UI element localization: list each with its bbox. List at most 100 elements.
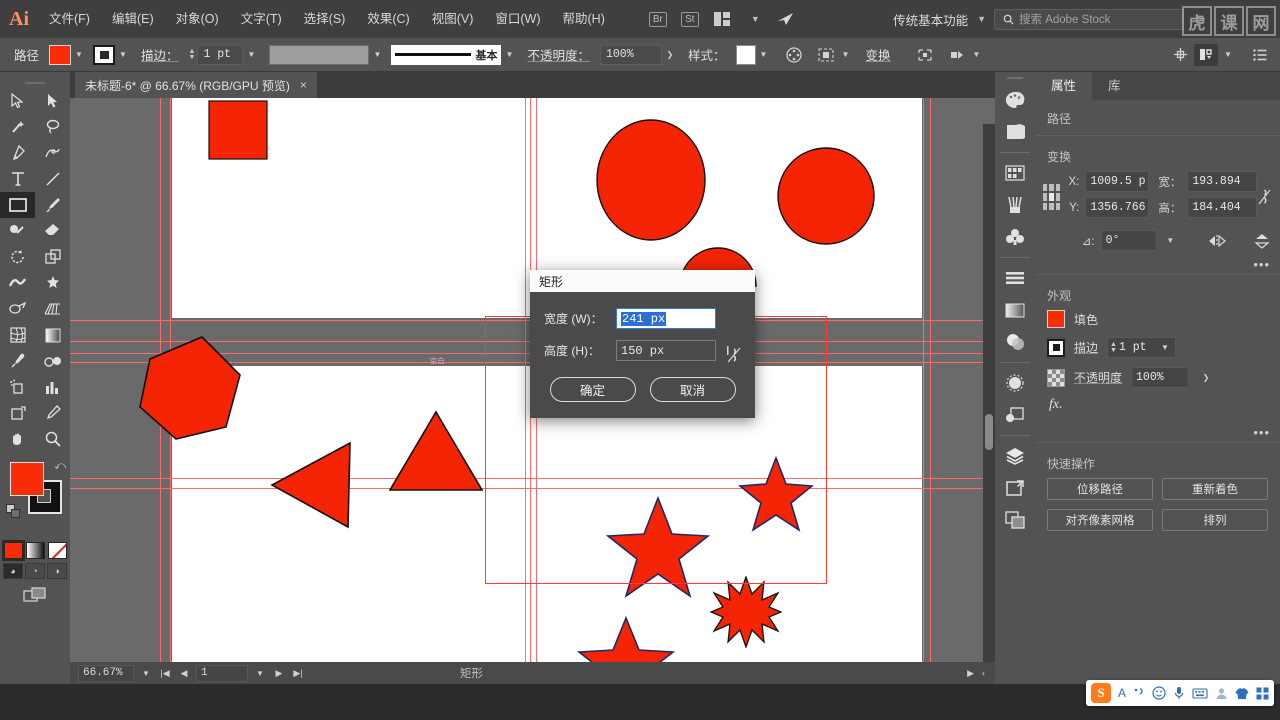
hand-tool[interactable] bbox=[0, 426, 35, 452]
status-menu-icon[interactable]: ▶ bbox=[967, 668, 974, 679]
line-segment-tool[interactable] bbox=[35, 166, 70, 192]
isolate-selected-object-icon[interactable] bbox=[913, 44, 937, 66]
lasso-tool[interactable] bbox=[35, 114, 70, 140]
menu-object[interactable]: 对象(O) bbox=[165, 0, 230, 38]
zoom-tool[interactable] bbox=[35, 426, 70, 452]
star-5-top-shape[interactable] bbox=[738, 456, 814, 536]
zoom-level-field[interactable]: 66.67% bbox=[78, 664, 134, 682]
default-fill-stroke-icon[interactable] bbox=[6, 504, 21, 519]
flip-vertical-icon[interactable] bbox=[1254, 233, 1270, 249]
appearance-panel-icon[interactable] bbox=[995, 367, 1035, 399]
close-icon[interactable]: × bbox=[300, 78, 307, 92]
select-similar-icon[interactable] bbox=[945, 44, 969, 66]
sogou-logo-icon[interactable]: S bbox=[1090, 683, 1111, 703]
menu-window[interactable]: 窗口(W) bbox=[484, 0, 551, 38]
width-input[interactable]: 241 px bbox=[616, 308, 716, 329]
chevron-down-icon[interactable]: ▼ bbox=[369, 45, 385, 65]
status-resize-icon[interactable]: ‹ bbox=[982, 668, 985, 678]
mesh-tool[interactable] bbox=[0, 322, 35, 348]
chevron-down-icon[interactable]: ▼ bbox=[1157, 338, 1173, 358]
arrange-documents-icon[interactable] bbox=[709, 8, 735, 30]
square-shape[interactable] bbox=[208, 100, 268, 160]
stroke-label[interactable]: 描边 bbox=[1074, 339, 1098, 356]
width-field[interactable]: 193.894 bbox=[1187, 171, 1258, 192]
document-tab[interactable]: 未标题-6* @ 66.67% (RGB/GPU 预览) × bbox=[75, 72, 318, 98]
width-tool[interactable] bbox=[0, 270, 35, 296]
ellipse-shape[interactable] bbox=[595, 118, 707, 243]
qa-recolor[interactable]: 重新着色 bbox=[1162, 478, 1268, 500]
y-field[interactable]: 1356.766 bbox=[1085, 197, 1150, 218]
stroke-weight-stepper[interactable]: ▲ ▼ bbox=[189, 48, 196, 61]
opacity-field[interactable]: 100% bbox=[1131, 367, 1190, 388]
previous-artboard-icon[interactable]: ◀ bbox=[177, 668, 191, 679]
chevron-down-icon[interactable]: ▼ bbox=[741, 8, 767, 30]
panel-menu-icon[interactable] bbox=[1248, 44, 1272, 66]
link-broken-icon[interactable] bbox=[1257, 187, 1272, 207]
scale-tool[interactable] bbox=[35, 244, 70, 270]
chevron-down-icon[interactable]: ▼ bbox=[838, 45, 854, 65]
stroke-weight-field[interactable]: 1 pt bbox=[197, 44, 244, 65]
chevron-down-icon[interactable]: ▼ bbox=[501, 45, 517, 65]
brush-definition-field[interactable]: 基本 bbox=[391, 44, 502, 65]
draw-normal-icon[interactable]: ◕ bbox=[3, 563, 23, 579]
curvature-tool[interactable] bbox=[35, 140, 70, 166]
tab-libraries[interactable]: 库 bbox=[1092, 72, 1137, 100]
flip-horizontal-icon[interactable] bbox=[1208, 234, 1227, 248]
toolbox-icon[interactable] bbox=[1256, 687, 1269, 700]
transparency-panel-icon[interactable] bbox=[995, 326, 1035, 358]
user-icon[interactable] bbox=[1215, 687, 1228, 700]
emoji-icon[interactable] bbox=[1152, 686, 1166, 700]
link-broken-icon[interactable] bbox=[727, 346, 741, 367]
layers-panel-icon[interactable] bbox=[995, 440, 1035, 472]
free-transform-tool[interactable] bbox=[35, 270, 70, 296]
tab-properties[interactable]: 属性 bbox=[1035, 72, 1093, 100]
artboard-number-field[interactable]: 1 bbox=[196, 664, 248, 682]
direct-selection-tool[interactable] bbox=[35, 88, 70, 114]
angle-field[interactable]: 0° bbox=[1100, 230, 1158, 251]
opacity-field[interactable]: 100% bbox=[599, 44, 662, 65]
chevron-down-icon[interactable]: ▼ bbox=[139, 669, 153, 678]
triangle-up-shape[interactable] bbox=[388, 410, 484, 492]
chevron-down-icon[interactable]: ▼ bbox=[253, 669, 267, 678]
eraser-tool[interactable] bbox=[35, 218, 70, 244]
fill-color-swatch[interactable] bbox=[1047, 310, 1065, 328]
qa-arrange[interactable]: 排列 bbox=[1162, 509, 1268, 531]
menu-effect[interactable]: 效果(C) bbox=[356, 0, 420, 38]
chevron-down-icon[interactable]: ▼ bbox=[1163, 231, 1177, 251]
screen-mode-icon[interactable] bbox=[0, 587, 70, 603]
pen-tool[interactable] bbox=[0, 140, 35, 166]
circle-shape[interactable] bbox=[776, 146, 876, 246]
color-panel-icon[interactable] bbox=[995, 84, 1035, 116]
shaper-tool[interactable] bbox=[0, 218, 35, 244]
microphone-icon[interactable] bbox=[1173, 686, 1185, 700]
swatches-panel-icon[interactable] bbox=[995, 157, 1035, 189]
bridge-icon[interactable]: Br bbox=[645, 8, 671, 30]
search-input[interactable]: 搜索 Adobe Stock bbox=[994, 8, 1184, 30]
next-artboard-icon[interactable]: ▶ bbox=[272, 668, 286, 679]
asset-export-panel-icon[interactable] bbox=[995, 504, 1035, 536]
perspective-grid-tool[interactable] bbox=[35, 296, 70, 322]
symbols-panel-icon[interactable] bbox=[995, 221, 1035, 253]
workspace-switcher[interactable]: 传统基本功能 bbox=[887, 10, 974, 29]
stroke-weight-field[interactable]: 1 pt bbox=[1119, 341, 1157, 354]
reference-point-selector[interactable] bbox=[1043, 184, 1061, 210]
transform-more-options-icon[interactable]: ••• bbox=[1035, 257, 1280, 272]
qa-align-pixel-grid[interactable]: 对齐像素网格 bbox=[1047, 509, 1153, 531]
artboards-panel-icon[interactable] bbox=[995, 472, 1035, 504]
opacity-flyout-icon[interactable]: ❯ bbox=[662, 45, 678, 65]
menu-file[interactable]: 文件(F) bbox=[38, 0, 101, 38]
opacity-label[interactable]: 不透明度 bbox=[1074, 369, 1122, 386]
hexagon-shape[interactable] bbox=[134, 335, 246, 443]
align-icon[interactable] bbox=[814, 44, 838, 66]
blend-tool[interactable] bbox=[35, 348, 70, 374]
recolor-artwork-icon[interactable] bbox=[782, 44, 806, 66]
magic-wand-tool[interactable] bbox=[0, 114, 35, 140]
draw-behind-icon[interactable]: ◔ bbox=[25, 563, 45, 579]
burst-12-shape[interactable] bbox=[710, 576, 782, 648]
chevron-down-icon[interactable]: ▼ bbox=[977, 14, 986, 24]
column-graph-tool[interactable] bbox=[35, 374, 70, 400]
color-mode-none[interactable] bbox=[47, 542, 67, 559]
fill-color-swatch[interactable] bbox=[49, 44, 72, 65]
stroke-color-swatch[interactable] bbox=[1047, 338, 1065, 357]
height-input[interactable]: 150 px bbox=[616, 340, 716, 361]
